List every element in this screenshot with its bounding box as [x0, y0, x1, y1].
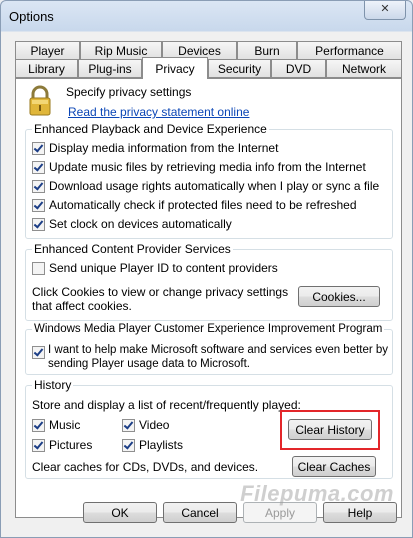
cookies-description-line2: that affect cookies.	[32, 299, 132, 313]
privacy-statement-link[interactable]: Read the privacy statement online	[68, 105, 249, 119]
ok-button[interactable]: OK	[83, 502, 157, 523]
specify-privacy-text: Specify privacy settings	[66, 85, 192, 99]
ceip-checkbox[interactable]	[32, 346, 45, 359]
lock-icon	[29, 85, 51, 116]
content-provider-legend: Enhanced Content Provider Services	[32, 242, 233, 256]
check-protected-files-label: Automatically check if protected files n…	[49, 198, 357, 212]
cookies-description-line1: Click Cookies to view or change privacy …	[32, 285, 289, 299]
tab-plug-ins[interactable]: Plug-ins	[78, 59, 142, 78]
set-clock-label: Set clock on devices automatically	[49, 217, 232, 231]
playback-group: Enhanced Playback and Device Experience …	[25, 122, 393, 239]
playback-legend: Enhanced Playback and Device Experience	[32, 122, 269, 136]
ceip-text-line1: I want to help make Microsoft software a…	[48, 344, 389, 356]
dialog-client: Player Rip Music Devices Burn Performanc…	[9, 32, 404, 531]
download-usage-rights-label: Download usage rights automatically when…	[49, 179, 380, 193]
tab-library[interactable]: Library	[15, 59, 78, 78]
cancel-button[interactable]: Cancel	[163, 502, 237, 523]
tab-security[interactable]: Security	[208, 59, 271, 78]
download-usage-rights-option[interactable]: Download usage rights automatically when…	[32, 179, 379, 193]
history-music-checkbox[interactable]	[32, 418, 45, 432]
history-playlists-option[interactable]: Playlists	[122, 438, 183, 452]
send-player-id-option[interactable]: Send unique Player ID to content provide…	[32, 261, 278, 275]
send-player-id-label: Send unique Player ID to content provide…	[49, 261, 278, 275]
tab-dvd[interactable]: DVD	[271, 59, 326, 78]
check-protected-files-option[interactable]: Automatically check if protected files n…	[32, 198, 357, 212]
history-music-label: Music	[49, 418, 81, 432]
close-button[interactable]: ✕	[364, 1, 406, 20]
history-group: History Store and display a list of rece…	[25, 378, 393, 479]
display-media-info-option[interactable]: Display media information from the Inter…	[32, 141, 278, 155]
history-playlists-checkbox[interactable]	[122, 438, 135, 452]
ceip-group: Windows Media Player Customer Experience…	[25, 322, 393, 375]
update-music-files-label: Update music files by retrieving media i…	[49, 160, 366, 174]
window-title: Options	[9, 9, 54, 24]
history-store-text: Store and display a list of recent/frequ…	[32, 398, 301, 412]
history-music-option[interactable]: Music	[32, 418, 80, 432]
tab-burn[interactable]: Burn	[237, 41, 297, 59]
update-music-files-option[interactable]: Update music files by retrieving media i…	[32, 160, 366, 174]
options-window: Options ✕ Player Rip Music Devices Burn …	[0, 0, 413, 538]
clear-caches-button[interactable]: Clear Caches	[292, 456, 376, 477]
history-playlists-label: Playlists	[139, 438, 184, 452]
cookies-button[interactable]: Cookies...	[298, 286, 380, 307]
set-clock-option[interactable]: Set clock on devices automatically	[32, 217, 232, 231]
history-pictures-option[interactable]: Pictures	[32, 438, 92, 452]
history-pictures-checkbox[interactable]	[32, 438, 45, 452]
set-clock-checkbox[interactable]	[32, 217, 45, 231]
display-media-info-label: Display media information from the Inter…	[49, 141, 279, 155]
clear-caches-text: Clear caches for CDs, DVDs, and devices.	[32, 460, 259, 474]
title-bar[interactable]: Options ✕	[1, 1, 412, 31]
display-media-info-checkbox[interactable]	[32, 141, 45, 155]
history-video-label: Video	[139, 418, 170, 432]
download-usage-rights-checkbox[interactable]	[32, 179, 45, 193]
clear-history-button[interactable]: Clear History	[288, 419, 372, 440]
ceip-text-line2: sending Player usage data to Microsoft.	[48, 358, 251, 370]
send-player-id-checkbox[interactable]	[32, 261, 45, 275]
history-pictures-label: Pictures	[49, 438, 93, 452]
tab-privacy[interactable]: Privacy	[142, 57, 208, 79]
tab-performance[interactable]: Performance	[297, 41, 402, 59]
ceip-legend: Windows Media Player Customer Experience…	[32, 322, 385, 336]
tab-player[interactable]: Player	[15, 41, 80, 59]
privacy-panel: Specify privacy settings Read the privac…	[15, 78, 402, 518]
history-video-checkbox[interactable]	[122, 418, 135, 432]
content-provider-group: Enhanced Content Provider Services Send …	[25, 242, 393, 321]
tab-network[interactable]: Network	[326, 59, 402, 78]
update-music-files-checkbox[interactable]	[32, 160, 45, 174]
check-protected-files-checkbox[interactable]	[32, 198, 45, 212]
watermark-text: Filepuma.com	[240, 481, 394, 506]
history-video-option[interactable]: Video	[122, 418, 169, 432]
history-legend: History	[32, 378, 74, 392]
